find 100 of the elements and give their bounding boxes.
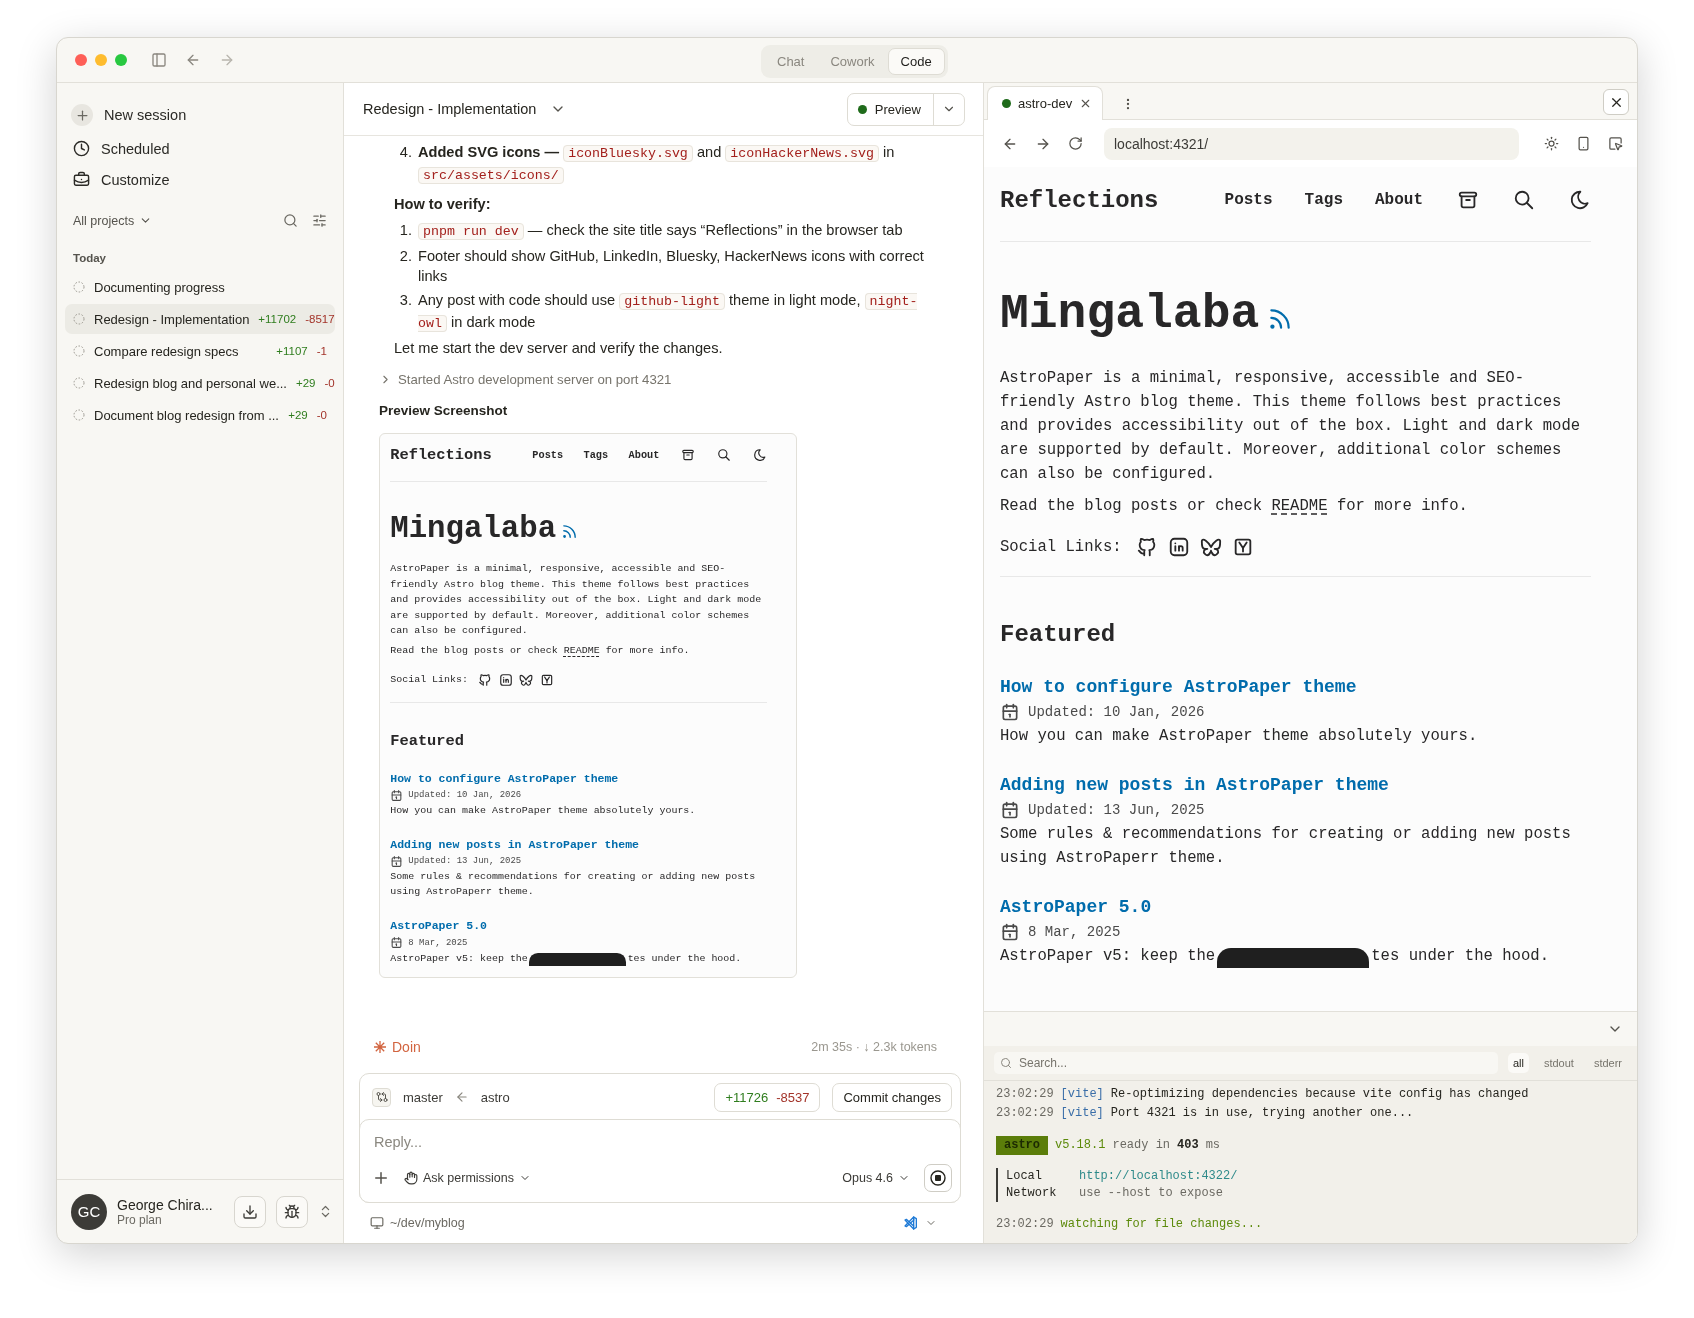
mode-tab[interactable]: Code: [887, 48, 945, 75]
download-icon: [242, 1203, 258, 1220]
bug-button[interactable]: [276, 1195, 308, 1228]
status-text: Doin: [392, 1039, 421, 1055]
post-description: tes under the hood.: [627, 951, 742, 966]
session-item[interactable]: Documenting progress: [65, 272, 335, 302]
butterfly-icon[interactable]: [519, 673, 534, 688]
editor-icon[interactable]: [903, 1215, 919, 1231]
archive-icon[interactable]: [1457, 189, 1479, 211]
y-letter-icon[interactable]: [539, 673, 554, 688]
log-filter-tab[interactable]: stdout: [1538, 1053, 1579, 1073]
readme-link[interactable]: README: [563, 645, 600, 657]
search-input[interactable]: Search...: [1017, 1055, 1492, 1071]
permissions-button[interactable]: Ask permissions: [404, 1171, 531, 1185]
list-text: theme in light mode,: [729, 292, 861, 308]
close-button[interactable]: [1603, 89, 1629, 115]
reply-field[interactable]: Reply... Ask permissions Opus 4.6: [359, 1119, 961, 1203]
download-button[interactable]: [234, 1195, 266, 1228]
site-title[interactable]: Reflections: [390, 445, 492, 466]
sidebar-icon[interactable]: [151, 52, 167, 68]
status-dot: [1002, 99, 1011, 108]
post-date: 8 Mar, 2025: [408, 936, 468, 950]
filter-icon[interactable]: [312, 213, 327, 228]
search-icon[interactable]: [716, 448, 731, 463]
moon-icon[interactable]: [752, 448, 767, 463]
log-search-field[interactable]: Search...: [994, 1052, 1498, 1074]
linkedin-icon[interactable]: [498, 673, 513, 688]
nav-link[interactable]: Tags: [583, 445, 609, 466]
linkedin-icon[interactable]: [1167, 535, 1190, 558]
search-icon[interactable]: [1513, 189, 1535, 211]
inline-code: pnpm run dev: [418, 223, 524, 240]
session-item[interactable]: Redesign - Implementation +11702 -8517: [65, 304, 335, 334]
inline-code: iconBluesky.svg: [563, 145, 693, 162]
moon-icon[interactable]: [1569, 189, 1591, 211]
session-item[interactable]: Compare redesign specs +1107 -1: [65, 336, 335, 366]
log-filter-tab[interactable]: stderr: [1588, 1053, 1627, 1073]
pointer-icon[interactable]: [1608, 136, 1623, 151]
asterisk-icon: [374, 1041, 386, 1053]
message-text: Let me start the dev server and verify the changes.: [394, 339, 724, 358]
post-title[interactable]: AstroPaper 5.0: [1000, 893, 1152, 920]
floating-toolbar[interactable]: [529, 953, 627, 966]
floating-toolbar[interactable]: [1217, 947, 1370, 968]
back-icon[interactable]: [185, 52, 201, 68]
branch-name: astro: [480, 1089, 510, 1105]
sidebar-action[interactable]: Scheduled: [65, 133, 335, 164]
github-icon[interactable]: [478, 673, 493, 688]
user-name: George Chira...: [117, 1196, 214, 1213]
tool-step[interactable]: Started Astro development server on port 4321: [379, 372, 672, 387]
hero-title: Mingalaba: [1000, 286, 1260, 343]
session-item[interactable]: Document blog redesign from ... +29 -0: [65, 400, 335, 430]
calendar-icon: [1000, 799, 1020, 820]
post-title[interactable]: Adding new posts in AstroPaper theme: [390, 836, 639, 854]
post-title[interactable]: Adding new posts in AstroPaper theme: [1000, 771, 1389, 798]
url-field[interactable]: localhost:4321/: [1104, 127, 1519, 160]
post-date: Updated: 13 Jun, 2025: [408, 855, 522, 869]
bug-icon: [284, 1203, 300, 1220]
nav-link[interactable]: Posts: [1224, 191, 1273, 209]
user-avatar[interactable]: GC: [71, 1193, 107, 1230]
model-button[interactable]: Opus 4.6: [842, 1171, 910, 1185]
diff-stats[interactable]: +11726 -8537: [714, 1082, 821, 1112]
nav-link[interactable]: About: [628, 445, 660, 466]
inline-code: iconHackerNews.svg: [725, 145, 879, 162]
plus-icon[interactable]: [372, 1169, 390, 1187]
nav-link[interactable]: About: [1375, 191, 1423, 209]
log-filter-tab[interactable]: all: [1507, 1053, 1529, 1073]
github-icon[interactable]: [1135, 535, 1158, 558]
post-description: How you can make AstroPaper theme absolutely yours.: [390, 803, 697, 818]
log-link[interactable]: http://localhost:4322/: [1079, 1168, 1238, 1185]
stop-button[interactable]: [924, 1164, 952, 1192]
list-text: in: [883, 144, 895, 160]
user-plan: Pro plan: [117, 1212, 162, 1227]
post-description: tes under the hood.: [1371, 945, 1550, 967]
log-label: Local: [996, 1168, 1072, 1185]
post-title[interactable]: How to configure AstroPaper theme: [1000, 673, 1357, 700]
browser-tab[interactable]: astro-dev: [987, 86, 1104, 120]
commit-button[interactable]: Commit changes: [832, 1082, 952, 1112]
site-title[interactable]: Reflections: [1000, 186, 1159, 214]
rss-icon[interactable]: [561, 522, 579, 540]
close-light[interactable]: [75, 54, 87, 66]
nav-link[interactable]: Tags: [1304, 191, 1343, 209]
sidebar-action[interactable]: Customize: [65, 164, 335, 195]
nav-link[interactable]: Posts: [532, 445, 564, 466]
status-icon: [73, 409, 85, 421]
reload-icon[interactable]: [1068, 136, 1083, 151]
phone-icon[interactable]: [1576, 136, 1591, 151]
post-title[interactable]: AstroPaper 5.0: [390, 918, 487, 935]
post-date: 8 Mar, 2025: [1028, 923, 1121, 940]
social-label: Social Links:: [390, 673, 468, 688]
session-item[interactable]: Redesign blog and personal we... +29 -0: [65, 368, 335, 398]
post-date: Updated: 10 Jan, 2026: [1028, 703, 1205, 720]
astro-badge: astro: [996, 1136, 1048, 1155]
log-text: Re-optimizing dependencies because vite config has changed: [1110, 1086, 1529, 1103]
post-title[interactable]: How to configure AstroPaper theme: [390, 770, 619, 788]
sidebar-action[interactable]: New session: [65, 97, 335, 133]
project-filter[interactable]: All projects: [73, 213, 153, 228]
sun-icon[interactable]: [1544, 136, 1559, 151]
post-date: Updated: 13 Jun, 2025: [1028, 801, 1205, 818]
readme-text: Read the blog posts or check README for more info.: [1000, 495, 1469, 517]
readme-link[interactable]: README: [1271, 496, 1328, 515]
archive-icon[interactable]: [681, 448, 696, 463]
